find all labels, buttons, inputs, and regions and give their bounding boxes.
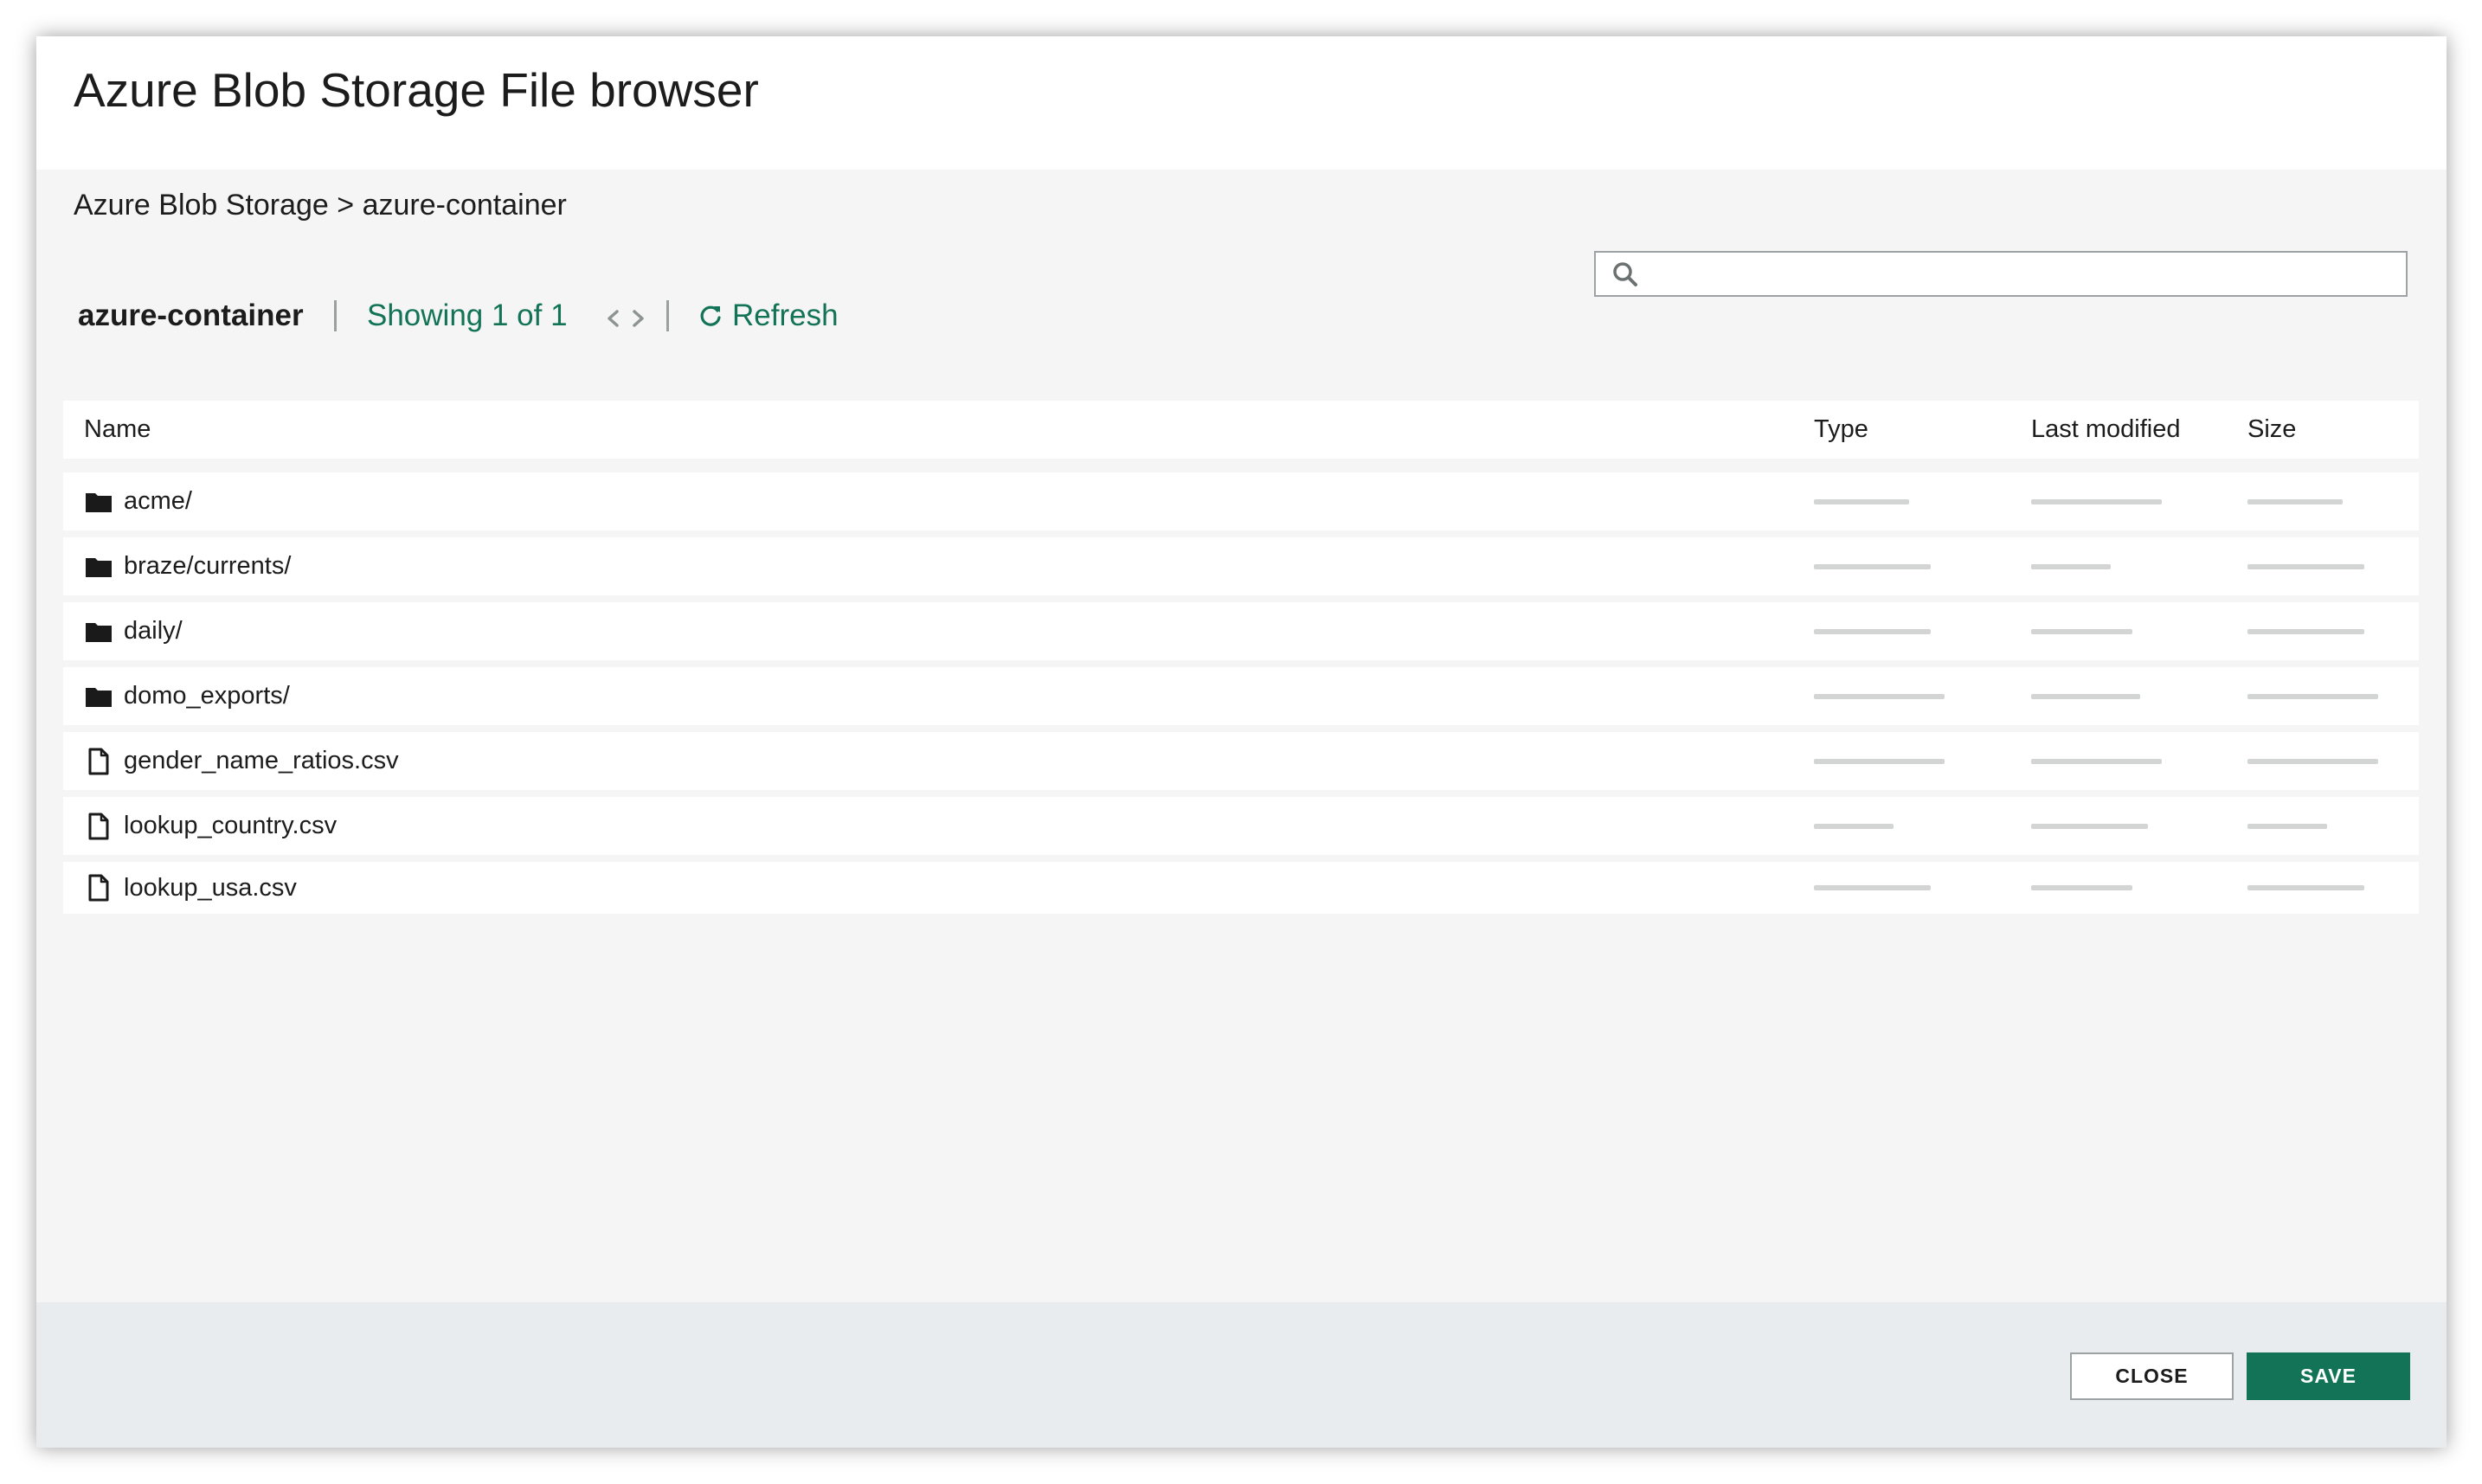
loading-placeholder <box>2031 693 2140 699</box>
loading-placeholder <box>2247 498 2343 504</box>
breadcrumb: Azure Blob Storage > azure-container <box>74 189 567 222</box>
folder-icon <box>84 552 113 581</box>
paging-status: Showing 1 of 1 <box>367 299 568 332</box>
table-row[interactable]: braze/currents/ <box>63 537 2419 595</box>
loading-placeholder <box>2031 563 2111 569</box>
column-header-type[interactable]: Type <box>1814 401 1868 459</box>
file-icon <box>84 812 113 841</box>
loading-placeholder <box>2247 758 2378 764</box>
column-header-name[interactable]: Name <box>84 401 151 459</box>
breadcrumb-current: azure-container <box>362 189 567 222</box>
loading-placeholder <box>1814 693 1945 699</box>
breadcrumb-separator: > <box>337 189 355 222</box>
dialog-title: Azure Blob Storage File browser <box>74 63 759 117</box>
close-button[interactable]: CLOSE <box>2070 1352 2234 1400</box>
file-name: lookup_country.csv <box>124 812 338 839</box>
loading-placeholder <box>2031 628 2132 634</box>
table-row[interactable]: gender_name_ratios.csv <box>63 732 2419 790</box>
breadcrumb-root[interactable]: Azure Blob Storage <box>74 189 329 222</box>
folder-icon <box>84 682 113 711</box>
file-icon <box>84 747 113 776</box>
column-header-size[interactable]: Size <box>2247 401 2296 459</box>
loading-placeholder <box>1814 628 1931 634</box>
table-row[interactable]: domo_exports/ <box>63 667 2419 725</box>
file-browser-dialog: Azure Blob Storage File browser Azure Bl… <box>36 36 2447 1448</box>
loading-placeholder <box>2247 628 2364 634</box>
file-name: domo_exports/ <box>124 682 290 710</box>
loading-placeholder <box>1814 823 1894 829</box>
loading-placeholder <box>2031 885 2132 890</box>
column-header-last-modified[interactable]: Last modified <box>2031 401 2181 459</box>
file-name: daily/ <box>124 617 183 645</box>
loading-placeholder <box>2247 563 2364 569</box>
table-row[interactable]: lookup_country.csv <box>63 797 2419 855</box>
toolbar-divider <box>666 300 669 331</box>
loading-placeholder <box>2031 758 2162 764</box>
loading-placeholder <box>2247 823 2327 829</box>
loading-placeholder <box>1814 885 1931 890</box>
dialog-header: Azure Blob Storage File browser <box>36 36 2447 170</box>
file-name: acme/ <box>124 487 192 515</box>
loading-placeholder <box>1814 498 1909 504</box>
folder-icon <box>84 617 113 646</box>
loading-placeholder <box>2031 498 2162 504</box>
search-input[interactable] <box>1639 252 2406 296</box>
loading-placeholder <box>2247 693 2378 699</box>
table-row[interactable]: acme/ <box>63 472 2419 530</box>
table-row[interactable]: lookup_usa.csv <box>63 862 2419 914</box>
refresh-button[interactable]: Refresh <box>698 296 839 336</box>
search-icon <box>1613 261 1637 286</box>
file-name: lookup_usa.csv <box>124 873 297 902</box>
toolbar-divider <box>334 300 337 331</box>
file-icon <box>84 873 113 903</box>
chevron-right-icon[interactable] <box>626 306 650 331</box>
loading-placeholder <box>1814 563 1931 569</box>
loading-placeholder <box>1814 758 1945 764</box>
table-header-row: Name Type Last modified Size <box>63 401 2419 459</box>
refresh-label: Refresh <box>732 299 839 332</box>
save-button[interactable]: SAVE <box>2247 1352 2410 1400</box>
search-field[interactable] <box>1594 251 2408 297</box>
refresh-icon <box>700 305 721 326</box>
container-name: azure-container <box>78 299 304 332</box>
file-name: gender_name_ratios.csv <box>124 747 399 774</box>
loading-placeholder <box>2031 823 2148 829</box>
chevron-left-icon[interactable] <box>601 306 626 331</box>
file-name: braze/currents/ <box>124 552 292 580</box>
loading-placeholder <box>2247 885 2364 890</box>
table-row[interactable]: daily/ <box>63 602 2419 660</box>
folder-icon <box>84 487 113 517</box>
